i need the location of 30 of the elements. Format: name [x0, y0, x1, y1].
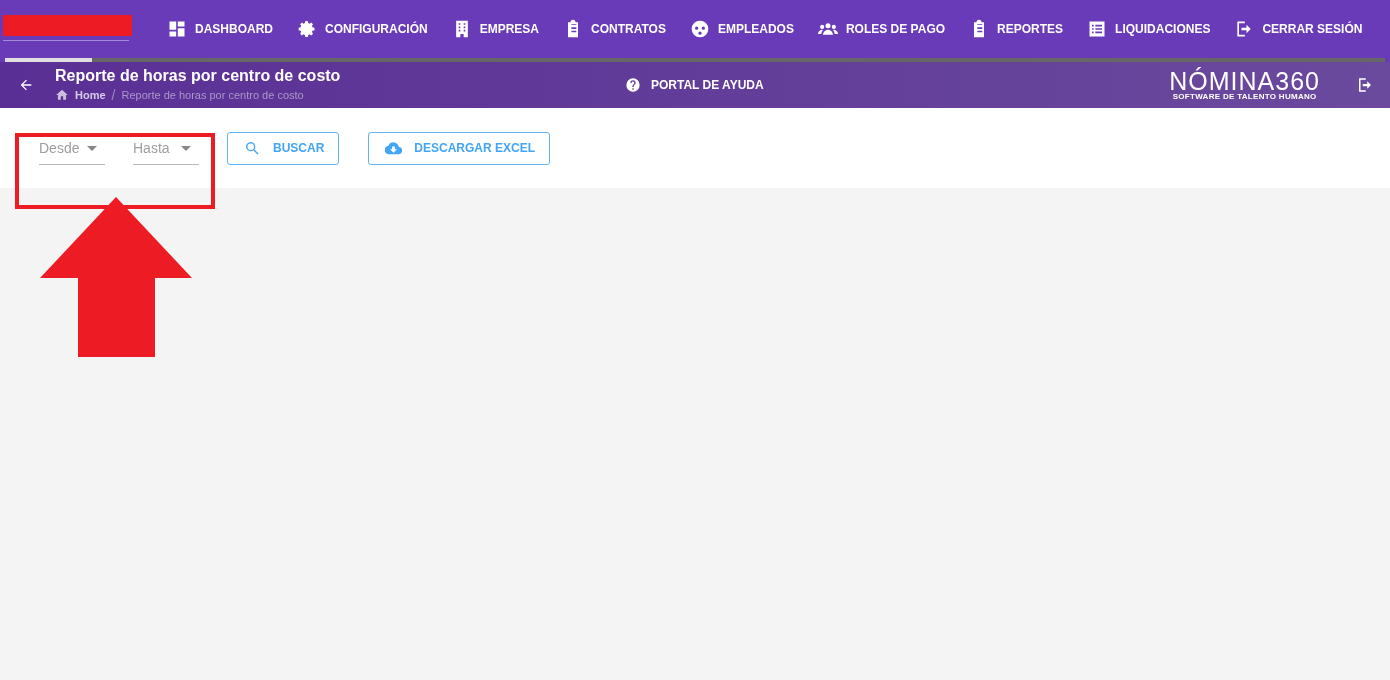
nav-item[interactable]: DASHBOARD: [167, 19, 273, 39]
nav-item[interactable]: EMPRESA: [451, 19, 539, 39]
caret-icon: [181, 145, 191, 151]
nav-item[interactable]: LIQUIDACIONES: [1087, 19, 1211, 39]
nav-item[interactable]: CONTRATOS: [563, 19, 666, 39]
logout-icon[interactable]: [1356, 76, 1374, 94]
breadcrumb-current: Reporte de horas por centro de costo: [121, 89, 304, 101]
breadcrumb-separator: /: [111, 87, 116, 103]
logo-tagline: SOFTWARE DE TALENTO HUMANO: [1172, 91, 1317, 101]
page-title: Reporte de horas por centro de costo: [55, 67, 342, 85]
dashboard-icon: [167, 19, 187, 39]
home-icon: [55, 88, 69, 102]
help-icon: [625, 77, 641, 93]
gear-icon: [297, 19, 317, 39]
back-arrow-icon[interactable]: [18, 77, 34, 93]
nav-item[interactable]: CONFIGURACIÓN: [297, 19, 428, 39]
nav-item[interactable]: EMPLEADOS: [689, 19, 794, 39]
nav-item[interactable]: CERRAR SESIÓN: [1234, 19, 1363, 39]
breadcrumb-link[interactable]: Home: [75, 89, 106, 101]
nav-item[interactable]: ROLES DE PAGO: [817, 19, 946, 39]
caret-icon: [87, 145, 97, 151]
cloud-download-icon: [385, 139, 403, 157]
list-icon: [1087, 19, 1108, 39]
face-icon: [689, 19, 710, 39]
help-portal-link[interactable]: PORTAL DE AYUDA: [625, 77, 764, 93]
nav-item[interactable]: REPORTES: [969, 19, 1064, 39]
date-select[interactable]: Desde: [39, 131, 105, 165]
logo-wordmark: NÓMINA360: [1169, 69, 1320, 92]
search-icon: [244, 139, 261, 157]
date-select[interactable]: Hasta: [133, 131, 199, 165]
